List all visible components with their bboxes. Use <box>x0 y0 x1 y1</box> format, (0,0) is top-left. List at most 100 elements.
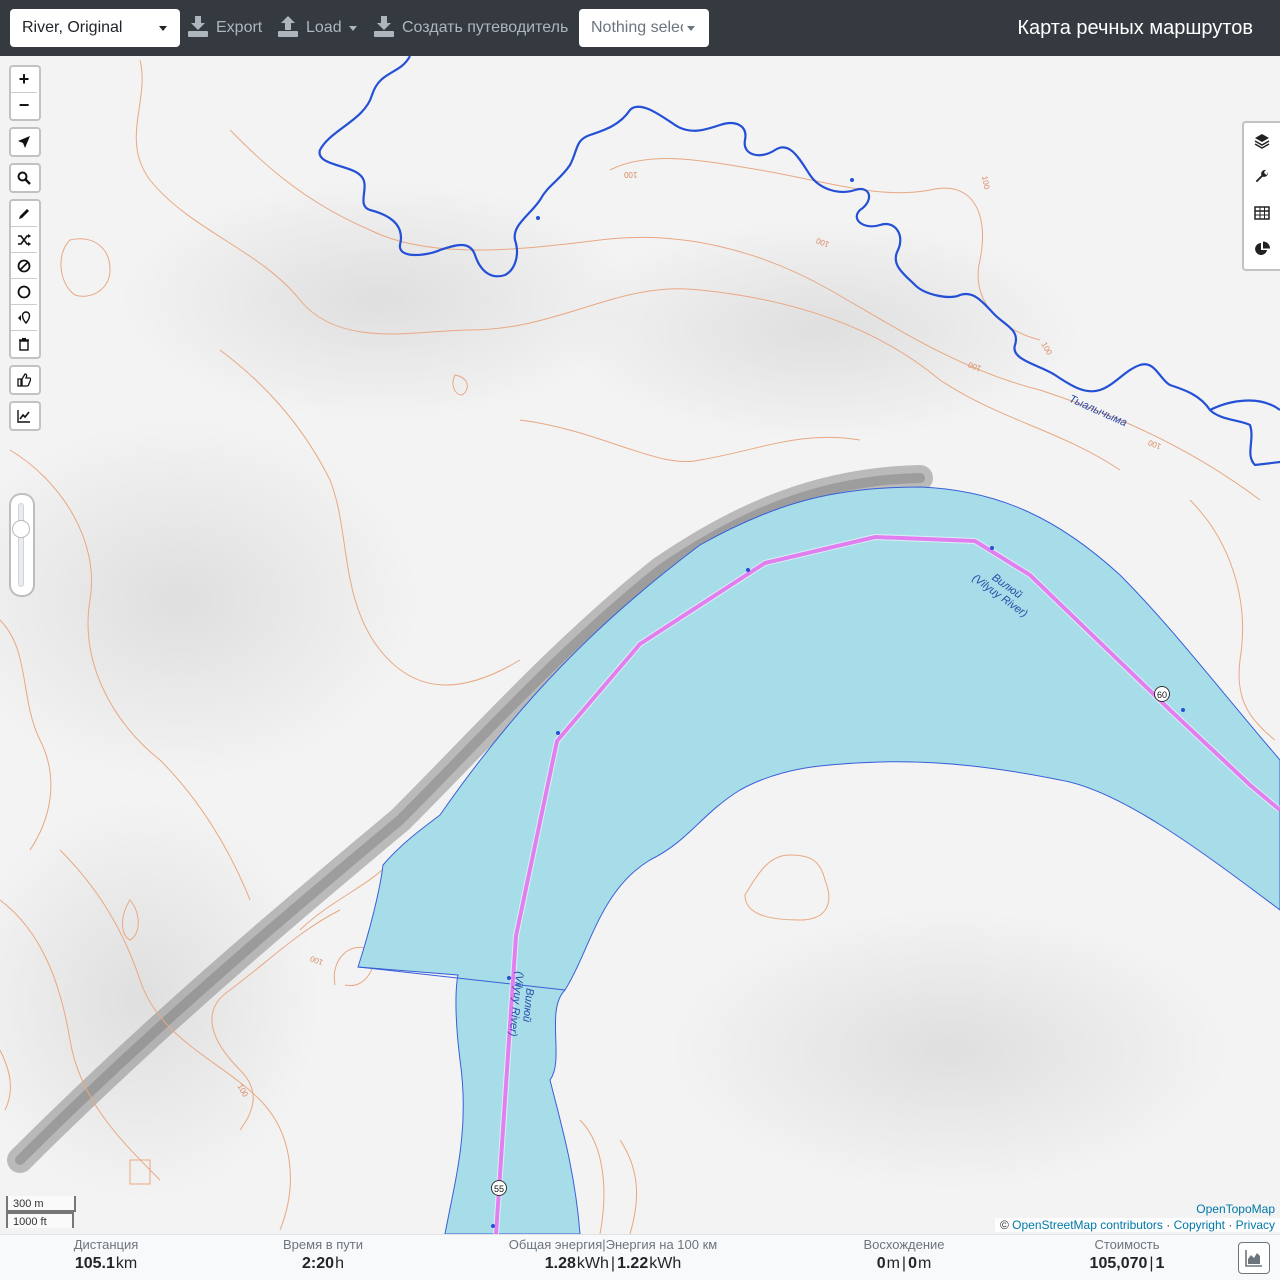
osm-contributors-link[interactable]: OpenStreetMap contributors <box>1012 1218 1163 1232</box>
zoom-in-button[interactable]: + <box>11 67 37 93</box>
map-attribution: OpenTopoMap © OpenStreetMap contributors… <box>880 1198 1280 1234</box>
stat-label: Общая энергия|Энергия на 100 км <box>493 1237 733 1252</box>
copyright-link[interactable]: Copyright <box>1174 1218 1225 1232</box>
privacy-link[interactable]: Privacy <box>1236 1218 1275 1232</box>
stat-label: Стоимость <box>1094 1237 1160 1252</box>
stat-label: Время в пути <box>283 1237 363 1252</box>
contour-label: 100 <box>624 170 638 179</box>
draw-toolbar <box>9 199 41 359</box>
locate-button[interactable] <box>11 129 37 155</box>
stat-value: 105,070 | 1 <box>1057 1255 1197 1273</box>
copyright-symbol: © <box>999 1218 1009 1232</box>
chevron-down-icon <box>159 26 167 31</box>
layers-icon <box>1254 134 1270 149</box>
energy-total-label: Общая энергия <box>508 1237 603 1252</box>
shuffle-icon <box>18 234 31 246</box>
zoom-control: + − <box>9 65 41 121</box>
stat-value: 105.1km <box>36 1255 176 1273</box>
map-marker-icon <box>18 311 31 325</box>
layer-opacity-slider[interactable] <box>9 493 35 597</box>
value-separator: | <box>1149 1255 1154 1272</box>
search-button[interactable] <box>11 165 37 191</box>
km-marker[interactable]: 60 <box>1154 686 1170 702</box>
cost-value: 105,070 <box>1089 1255 1148 1272</box>
route-stats-bar: Дистанция 105.1km Время в пути 2:20h Общ… <box>0 1234 1280 1280</box>
load-button[interactable]: Load <box>278 0 358 56</box>
pie-chart-icon <box>1255 241 1270 255</box>
attribution-row: © OpenStreetMap contributors · Copyright… <box>994 1218 1280 1232</box>
km-marker[interactable]: 55 <box>491 1180 507 1196</box>
toggle-elevation-profile-button[interactable] <box>1238 1242 1270 1274</box>
profile-select-value: River, Original <box>22 19 123 36</box>
tab-data-table[interactable] <box>1244 195 1280 231</box>
thumbs-up-button[interactable] <box>11 367 37 393</box>
scale-bar: 300 m 1000 ft <box>6 1196 76 1228</box>
area-chart-icon <box>1245 1250 1262 1267</box>
table-icon <box>1254 206 1270 220</box>
cost-secondary-value: 1 <box>1155 1255 1165 1272</box>
create-guide-label: Создать путеводитель <box>402 19 569 36</box>
value-separator: | <box>901 1255 907 1272</box>
tab-statistics[interactable] <box>1244 231 1280 267</box>
map-canvas[interactable]: Вилюй (Vilyuy River) Вилюй (Vilyuy River… <box>0 56 1280 1234</box>
draw-route-button[interactable] <box>11 201 37 227</box>
hillshade <box>670 910 1230 1190</box>
selection-dropdown[interactable]: Nothing selected <box>579 9 709 47</box>
pencil-icon <box>19 209 29 219</box>
slider-handle[interactable] <box>12 520 30 539</box>
zoom-out-button[interactable]: − <box>11 93 37 119</box>
top-navbar: River, Original Export Load Создать путе… <box>0 0 1280 56</box>
thumbs-up-icon <box>17 373 31 387</box>
time-value: 2:20 <box>302 1255 335 1272</box>
map-tiles <box>0 56 1280 1234</box>
attribution-provider-row: OpenTopoMap <box>1196 1202 1275 1216</box>
energy-total-value: 1.28 <box>544 1255 576 1272</box>
distance-unit: km <box>115 1255 138 1272</box>
profile-select[interactable]: River, Original <box>10 9 180 47</box>
time-unit: h <box>335 1255 344 1272</box>
sidebar-tabs <box>1242 121 1280 271</box>
chevron-down-icon <box>349 26 357 31</box>
stat-value: 2:20h <box>253 1255 393 1273</box>
elevation-chart-control <box>9 401 41 431</box>
ban-icon <box>17 259 31 273</box>
circle-icon <box>17 285 31 299</box>
energy-per-100km-value: 1.22 <box>617 1255 649 1272</box>
delete-route-button[interactable] <box>11 331 37 357</box>
locate-control <box>9 127 41 157</box>
stat-label: Восхождение <box>863 1237 945 1252</box>
attribution-separator: · <box>1228 1218 1233 1232</box>
app-title: Карта речных маршрутов <box>1017 17 1253 39</box>
tab-layers[interactable] <box>1244 123 1280 159</box>
stat-value: 1.28kWh | 1.22kWh <box>493 1255 733 1273</box>
circle-area-button[interactable] <box>11 279 37 305</box>
energy-per-100km-label: Энергия на 100 км <box>605 1237 718 1252</box>
scale-imperial: 1000 ft <box>6 1212 74 1228</box>
descent-value: 0 <box>908 1255 917 1272</box>
search-icon <box>17 171 31 185</box>
stat-value: 0m | 0m <box>834 1255 974 1273</box>
selection-placeholder: Nothing selected <box>591 19 683 36</box>
energy-unit: kWh <box>649 1255 682 1272</box>
attribution-provider-link[interactable]: OpenTopoMap <box>1196 1202 1275 1216</box>
line-chart-icon <box>17 410 30 423</box>
elevation-chart-button[interactable] <box>11 403 37 429</box>
scale-metric: 300 m <box>6 1196 76 1212</box>
wrench-icon <box>1255 169 1269 183</box>
download-icon <box>374 16 394 37</box>
reverse-route-button[interactable] <box>11 227 37 253</box>
tab-settings[interactable] <box>1244 159 1280 195</box>
location-arrow-icon <box>18 136 30 148</box>
load-label: Load <box>306 19 342 36</box>
chevron-down-icon <box>687 26 695 31</box>
download-icon <box>188 16 208 37</box>
slider-track <box>18 503 24 587</box>
poi-button[interactable] <box>11 305 37 331</box>
stat-label: Дистанция <box>73 1237 139 1252</box>
upload-icon <box>278 16 298 37</box>
feedback-control <box>9 365 41 395</box>
trash-icon <box>19 338 29 351</box>
no-go-area-button[interactable] <box>11 253 37 279</box>
hillshade <box>560 220 1080 440</box>
ascent-unit: m <box>886 1255 900 1272</box>
